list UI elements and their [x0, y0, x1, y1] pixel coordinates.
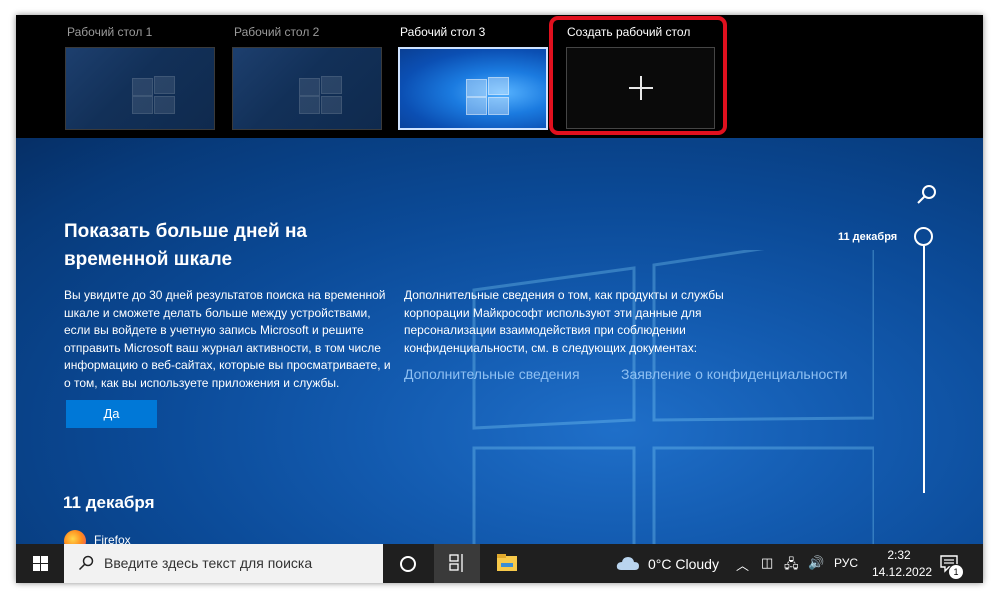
yes-button[interactable]: Да	[66, 400, 157, 428]
privacy-info-text: Дополнительные сведения о том, как проду…	[404, 288, 724, 355]
new-desktop-button[interactable]: Создать рабочий стол	[550, 15, 730, 138]
clock-time: 2:32	[887, 548, 911, 562]
windows-logo-icon	[299, 76, 343, 114]
new-desktop-title: Создать рабочий стол	[567, 25, 691, 39]
notification-count-badge: 1	[948, 564, 964, 580]
desktop-3-thumbnail[interactable]	[398, 47, 548, 130]
clock[interactable]: 2:32 14.12.2022	[872, 547, 933, 581]
firefox-icon[interactable]	[64, 530, 86, 544]
scrubber-date-label: 11 декабря	[838, 231, 898, 243]
timeline-date-heading: 11 декабря	[63, 493, 155, 512]
desktop-1-thumbnail[interactable]	[65, 47, 215, 130]
file-explorer-icon[interactable]	[484, 544, 530, 583]
timeline-area: Показать больше дней на временной шкале …	[16, 138, 983, 544]
more-info-link[interactable]: Дополнительные сведения	[404, 366, 580, 382]
promo-description: Вы увидите до 30 дней результатов поиска…	[64, 288, 391, 390]
plus-icon	[629, 76, 653, 100]
desktop-2-title: Рабочий стол 2	[234, 25, 320, 39]
desktop-2-thumbnail[interactable]	[232, 47, 382, 130]
volume-icon[interactable]: 🔊	[808, 555, 824, 571]
promo-title: Показать больше дней на временной шкале	[64, 221, 308, 270]
cortana-button[interactable]	[386, 544, 430, 583]
windows-logo-icon	[132, 76, 176, 114]
task-view-button-icon[interactable]	[434, 544, 480, 583]
taskbar-search-box[interactable]: Введите здесь текст для поиска	[64, 544, 383, 583]
search-placeholder: Введите здесь текст для поиска	[104, 555, 313, 571]
new-desktop-tile[interactable]	[566, 47, 715, 129]
language-indicator[interactable]: РУС	[834, 556, 858, 570]
windows-logo-icon	[466, 77, 510, 115]
timeline-search-icon[interactable]	[916, 183, 938, 205]
cortana-circle-icon	[400, 556, 416, 572]
weather-text[interactable]: 0°C Cloudy	[648, 556, 719, 572]
timeline-scrubber-handle[interactable]	[914, 227, 933, 246]
search-icon	[78, 555, 94, 571]
meet-now-icon[interactable]: ◫	[761, 555, 773, 571]
chevron-up-icon[interactable]: ︿	[736, 555, 749, 574]
screen: Рабочий стол 1 Рабочий стол 2 Рабочий ст…	[16, 15, 983, 583]
network-icon[interactable]: 🖧	[784, 555, 799, 577]
start-button-windows-icon[interactable]	[16, 544, 64, 583]
taskbar: Введите здесь текст для поиска 0°C Cloud…	[16, 544, 983, 583]
desktop-1-title: Рабочий стол 1	[67, 25, 153, 39]
activity-app-label: Firefox	[94, 533, 131, 544]
cloud-weather-icon[interactable]	[616, 555, 640, 571]
task-view-desktops-strip: Рабочий стол 1 Рабочий стол 2 Рабочий ст…	[16, 15, 983, 138]
desktop-3-title: Рабочий стол 3	[400, 25, 486, 39]
privacy-statement-link[interactable]: Заявление о конфиденциальности	[621, 366, 847, 382]
clock-date: 14.12.2022	[872, 565, 933, 579]
timeline-scrubber-track[interactable]	[923, 246, 925, 493]
